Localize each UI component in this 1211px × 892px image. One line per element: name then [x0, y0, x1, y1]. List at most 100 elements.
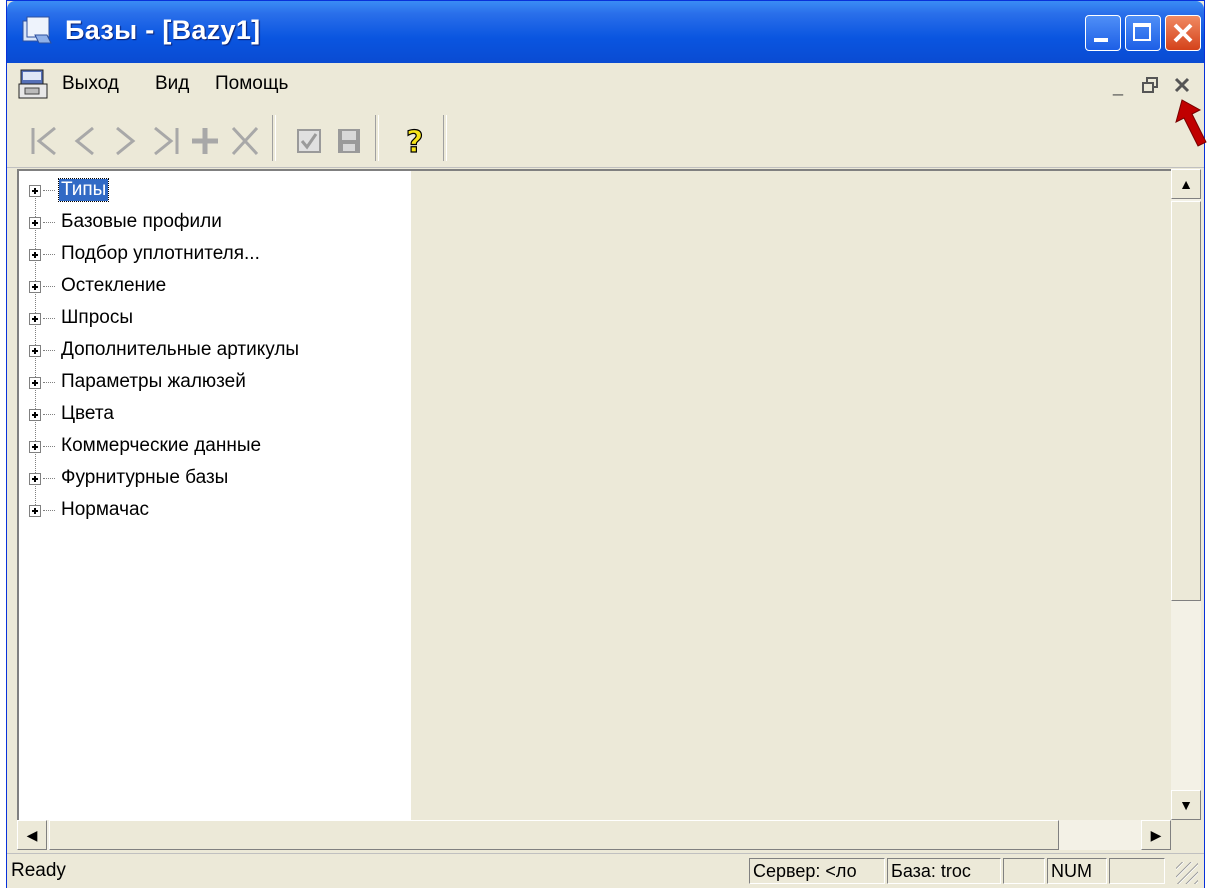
- expand-icon[interactable]: [29, 185, 41, 197]
- vertical-scroll-thumb[interactable]: [1171, 201, 1201, 601]
- tree-item-label: Цвета: [61, 403, 114, 424]
- horizontal-scroll-thumb[interactable]: [49, 820, 1059, 850]
- prev-record-button[interactable]: [65, 122, 105, 160]
- mdi-restore-button[interactable]: [1139, 75, 1161, 97]
- expand-icon[interactable]: [29, 281, 41, 293]
- add-record-button[interactable]: [185, 122, 225, 160]
- document-icon[interactable]: [17, 68, 49, 100]
- expand-icon[interactable]: [29, 409, 41, 421]
- expand-icon[interactable]: [29, 505, 41, 517]
- last-record-button[interactable]: [145, 122, 185, 160]
- last-icon: [154, 126, 179, 156]
- mdi-minimize-button[interactable]: _: [1107, 75, 1129, 97]
- menu-exit[interactable]: Выход: [62, 73, 119, 95]
- tree-item-label: Параметры жалюзей: [61, 371, 246, 392]
- save-button[interactable]: [329, 122, 369, 160]
- restore-icon: [1142, 77, 1158, 93]
- menu-bar: Выход Вид Помощь _: [7, 63, 1204, 106]
- tree-item[interactable]: Дополнительные артикулы: [19, 337, 399, 365]
- first-record-button[interactable]: [25, 122, 65, 160]
- check-icon: [297, 129, 321, 153]
- tree-item-label: Базовые профили: [61, 211, 222, 232]
- tree-item[interactable]: Подбор уплотнителя...: [19, 241, 399, 269]
- tree-connector: [43, 254, 55, 255]
- status-text: Ready: [11, 860, 66, 881]
- expand-icon[interactable]: [29, 313, 41, 325]
- tree-item[interactable]: Остекление: [19, 273, 399, 301]
- expand-icon[interactable]: [29, 473, 41, 485]
- annotation-arrow-icon: [1175, 99, 1207, 147]
- horizontal-scrollbar[interactable]: ◀ ▶: [17, 820, 1171, 850]
- apply-button[interactable]: [289, 122, 329, 160]
- first-icon: [31, 126, 56, 156]
- help-icon: ?: [405, 124, 424, 160]
- menu-view[interactable]: Вид: [155, 73, 189, 95]
- tree-connector: [43, 350, 55, 351]
- scroll-left-button[interactable]: ◀: [17, 820, 47, 850]
- status-empty-pane: [1003, 858, 1045, 884]
- status-num: NUM: [1047, 858, 1107, 884]
- tree-connector: [43, 222, 55, 223]
- tree-view[interactable]: Типы Базовые профили Подбор уплотнителя.…: [17, 169, 411, 820]
- help-button[interactable]: ?: [393, 122, 433, 160]
- main-window: Базы - [Bazy1] Выход Вид Помощь _ ? Типы…: [6, 0, 1205, 888]
- vertical-scrollbar[interactable]: ▲ ▼: [1171, 169, 1201, 820]
- tree-item[interactable]: Параметры жалюзей: [19, 369, 399, 397]
- prev-icon: [74, 126, 94, 156]
- status-empty-pane: [1109, 858, 1165, 884]
- svg-text:?: ?: [406, 125, 423, 160]
- next-icon: [116, 126, 136, 156]
- tree-item[interactable]: Типы: [19, 177, 399, 205]
- tree-item-label: Подбор уплотнителя...: [61, 243, 260, 264]
- save-icon: [338, 129, 360, 153]
- add-icon: [192, 128, 218, 154]
- expand-icon[interactable]: [29, 345, 41, 357]
- mdi-close-button[interactable]: [1171, 75, 1193, 97]
- tree-item[interactable]: Цвета: [19, 401, 399, 429]
- expand-icon[interactable]: [29, 441, 41, 453]
- tree-item-label: Остекление: [61, 275, 167, 296]
- tree-item-label: Коммерческие данные: [61, 435, 262, 456]
- title-bar[interactable]: Базы - [Bazy1]: [7, 1, 1204, 63]
- expand-icon[interactable]: [29, 377, 41, 389]
- toolbar-separator: [443, 115, 447, 161]
- detail-pane: [411, 169, 1171, 820]
- tree-connector: [43, 286, 55, 287]
- toolbar-separator: [272, 115, 276, 161]
- tree-item-label: Шпросы: [61, 307, 133, 328]
- tree-connector: [43, 190, 55, 191]
- delete-record-button[interactable]: [225, 122, 265, 160]
- minimize-button[interactable]: [1085, 15, 1121, 51]
- scroll-up-button[interactable]: ▲: [1171, 169, 1201, 199]
- status-bar: Ready Сервер: <ло База: troc NUM: [7, 853, 1204, 888]
- next-record-button[interactable]: [105, 122, 145, 160]
- close-icon: [1174, 77, 1190, 93]
- tree-connector: [43, 510, 55, 511]
- resize-grip[interactable]: [1176, 862, 1198, 884]
- tree-connector: [43, 478, 55, 479]
- tree-connector: [43, 414, 55, 415]
- app-icon: [22, 16, 52, 44]
- tree-item[interactable]: Нормачас: [19, 497, 399, 525]
- tree-item-label: Фурнитурные базы: [61, 467, 229, 488]
- close-button[interactable]: [1165, 15, 1201, 51]
- scroll-down-button[interactable]: ▼: [1171, 790, 1201, 820]
- menu-help[interactable]: Помощь: [215, 73, 288, 95]
- scroll-right-button[interactable]: ▶: [1141, 820, 1171, 850]
- tree-item[interactable]: Шпросы: [19, 305, 399, 333]
- tree-item-label: Дополнительные артикулы: [61, 339, 300, 360]
- tree-connector: [43, 318, 55, 319]
- maximize-button[interactable]: [1125, 15, 1161, 51]
- window-title: Базы - [Bazy1]: [65, 15, 261, 45]
- close-icon: [1173, 23, 1193, 43]
- toolbar: ?: [7, 105, 1204, 168]
- expand-icon[interactable]: [29, 217, 41, 229]
- tree-item-label: Нормачас: [61, 499, 150, 520]
- expand-icon[interactable]: [29, 249, 41, 261]
- tree-item[interactable]: Фурнитурные базы: [19, 465, 399, 493]
- tree-item[interactable]: Коммерческие данные: [19, 433, 399, 461]
- tree-connector: [43, 382, 55, 383]
- delete-icon: [231, 126, 259, 156]
- tree-item[interactable]: Базовые профили: [19, 209, 399, 237]
- tree-connector: [43, 446, 55, 447]
